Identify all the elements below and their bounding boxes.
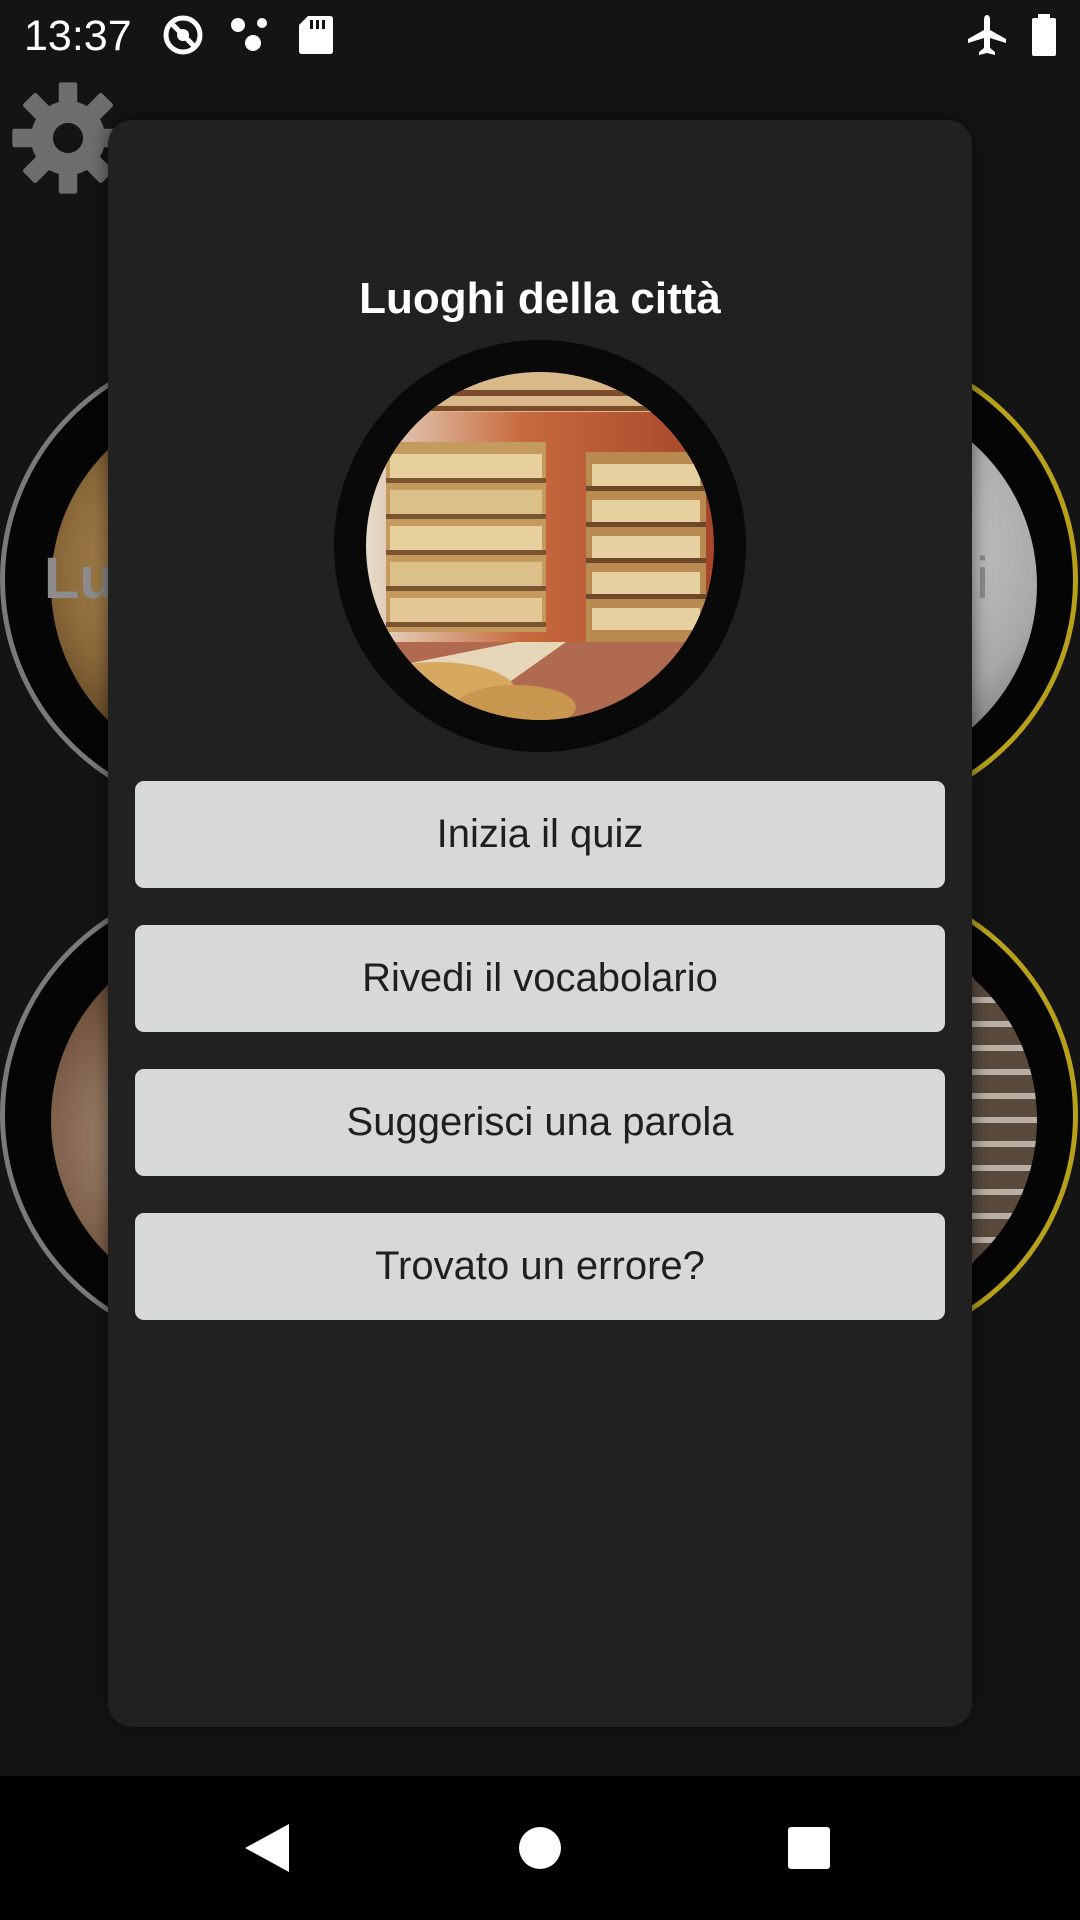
topic-card-label: Lu	[44, 546, 115, 611]
data-saver-icon	[163, 15, 203, 55]
assistant-dots-icon	[231, 18, 267, 51]
bakery-shop-interior-image	[366, 372, 714, 720]
review-vocabulary-button[interactable]: Rivedi il vocabolario	[135, 925, 945, 1032]
nav-recents-button[interactable]	[737, 1776, 881, 1920]
dialog-title: Luoghi della città	[359, 274, 721, 323]
battery-icon	[1032, 14, 1056, 56]
navigation-bar	[0, 1776, 1080, 1920]
screen: 13:37 Lu i Luoghi della città Inizia il …	[0, 0, 1080, 1920]
topic-dialog: Luoghi della città Inizia il quiz Rivedi…	[108, 120, 972, 1727]
suggest-word-button[interactable]: Suggerisci una parola	[135, 1069, 945, 1176]
topic-image	[366, 372, 714, 720]
nav-back-button[interactable]	[195, 1776, 339, 1920]
back-icon	[245, 1824, 289, 1872]
status-time: 13:37	[24, 12, 132, 60]
topic-card-label: i	[976, 546, 989, 611]
recents-icon	[788, 1827, 830, 1869]
status-bar: 13:37	[0, 0, 1080, 72]
home-icon	[519, 1827, 561, 1869]
start-quiz-button[interactable]: Inizia il quiz	[135, 781, 945, 888]
topic-image-frame	[334, 340, 746, 752]
nav-home-button[interactable]	[468, 1776, 612, 1920]
sd-card-icon	[299, 16, 333, 54]
airplane-mode-icon	[968, 15, 1006, 55]
report-error-button[interactable]: Trovato un errore?	[135, 1213, 945, 1320]
